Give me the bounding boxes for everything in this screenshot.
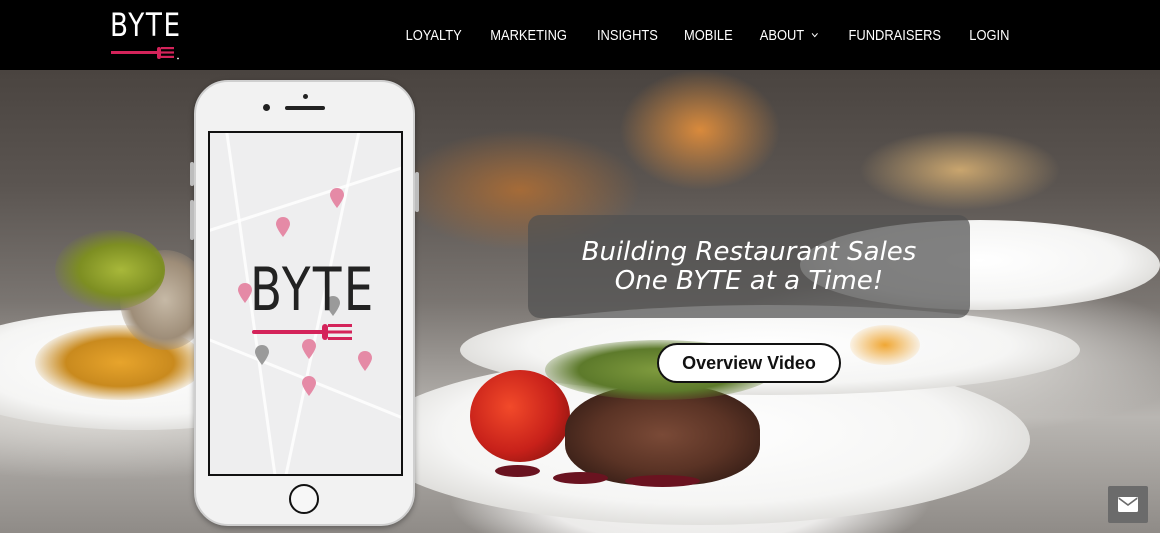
food-sauce bbox=[495, 465, 540, 477]
map-pin-icon bbox=[302, 376, 316, 396]
map-pin-icon bbox=[358, 351, 372, 371]
nav-loyalty[interactable]: LOYALTY bbox=[406, 27, 462, 44]
phone-mockup: BYTE bbox=[190, 80, 419, 526]
fork-logo-icon bbox=[252, 324, 352, 340]
phone-proximity-sensor bbox=[303, 94, 308, 99]
tagline-line-2: One BYTE at a Time! bbox=[614, 265, 884, 296]
chevron-down-icon[interactable] bbox=[811, 31, 818, 39]
food-sauce bbox=[625, 475, 700, 487]
tagline-line-1: Building Restaurant Sales bbox=[581, 236, 917, 267]
map-pin-icon bbox=[255, 345, 269, 365]
food-steak bbox=[565, 385, 760, 485]
phone-screen-logo: BYTE bbox=[250, 255, 376, 325]
phone-camera bbox=[263, 104, 270, 111]
hero-tagline: Building Restaurant Sales One BYTE at a … bbox=[528, 215, 970, 318]
food-tomato bbox=[470, 370, 570, 462]
phone-screen: BYTE bbox=[208, 131, 403, 476]
food-garnish bbox=[850, 325, 920, 365]
byte-logo[interactable]: BYTE bbox=[110, 6, 182, 62]
phone-home-button bbox=[289, 484, 319, 514]
nav-mobile[interactable]: MOBILE bbox=[684, 27, 733, 44]
overview-video-label: Overview Video bbox=[682, 352, 816, 373]
fork-logo-icon bbox=[111, 47, 179, 60]
overview-video-button[interactable]: Overview Video bbox=[657, 343, 841, 383]
logo-text: BYTE bbox=[110, 6, 182, 44]
nav-login[interactable]: LOGIN bbox=[970, 27, 1010, 44]
nav-about[interactable]: ABOUT bbox=[760, 27, 818, 44]
map-pin-icon bbox=[302, 339, 316, 359]
nav-fundraisers[interactable]: FUNDRAISERS bbox=[848, 27, 940, 44]
food-garnish bbox=[55, 230, 165, 310]
phone-side-button bbox=[190, 200, 194, 240]
phone-side-button bbox=[190, 162, 194, 186]
main-nav: LOYALTY MARKETING INSIGHTS MOBILE ABOUT … bbox=[392, 0, 1022, 70]
nav-insights[interactable]: INSIGHTS bbox=[596, 27, 657, 44]
envelope-icon bbox=[1118, 497, 1138, 512]
phone-speaker bbox=[285, 106, 325, 110]
food-sauce bbox=[553, 472, 608, 484]
map-pin-icon bbox=[330, 188, 344, 208]
contact-mail-button[interactable] bbox=[1108, 486, 1148, 523]
map-pin-icon bbox=[276, 217, 290, 237]
phone-side-button bbox=[415, 172, 419, 212]
nav-about-label: ABOUT bbox=[759, 26, 805, 44]
nav-marketing[interactable]: MARKETING bbox=[491, 27, 568, 44]
top-navigation-bar: BYTE LOYALTY MARKETING INSIGHTS MOBILE A… bbox=[0, 0, 1160, 70]
